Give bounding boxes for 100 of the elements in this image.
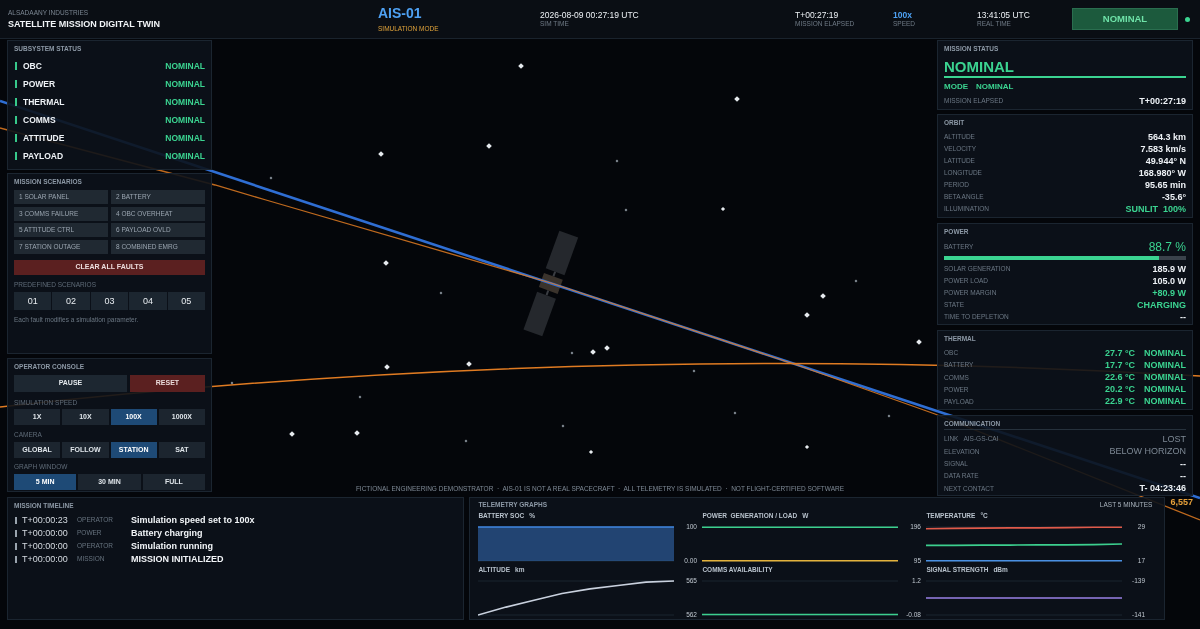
battery-percentage: 88.7 % bbox=[1148, 239, 1186, 255]
readout-value: 2026-08-09 00:27:19 UTC bbox=[540, 10, 639, 20]
star-icon bbox=[230, 381, 234, 385]
scenario-button[interactable]: 02 bbox=[52, 292, 90, 310]
event-message: MISSION INITIALIZED bbox=[131, 553, 224, 565]
star-icon bbox=[383, 260, 389, 266]
star-icon bbox=[734, 96, 740, 102]
field-value: LOST bbox=[1162, 433, 1186, 445]
event-marker-icon bbox=[15, 542, 17, 550]
star-icon bbox=[439, 291, 443, 295]
thermal-status: NOMINAL bbox=[1144, 384, 1186, 396]
readout-value: 13:41:05 UTC bbox=[977, 10, 1030, 20]
star-icon bbox=[692, 369, 696, 373]
field-value: -- bbox=[1180, 311, 1186, 323]
field-value: 7.583 km/s bbox=[1140, 143, 1186, 155]
elapsed-value: T+00:27:19 bbox=[1139, 95, 1186, 107]
event-marker-icon bbox=[15, 516, 17, 524]
subsystem-status: NOMINAL bbox=[165, 150, 205, 162]
subsystem-status: NOMINAL bbox=[165, 78, 205, 90]
mode-value: NOMINAL bbox=[976, 82, 1014, 92]
subsystem-status: NOMINAL bbox=[165, 60, 205, 72]
field-value: -35.6° bbox=[1161, 191, 1186, 203]
star-icon bbox=[916, 339, 922, 345]
star-icon bbox=[378, 151, 384, 157]
star-icon bbox=[384, 364, 390, 370]
star-icon bbox=[820, 293, 826, 299]
field-value: T- 04:23:46 bbox=[1139, 483, 1186, 495]
subsystem-name: POWER bbox=[23, 78, 56, 90]
star-icon bbox=[590, 349, 596, 355]
event-message: Battery charging bbox=[131, 527, 203, 539]
scenario-button[interactable]: 05 bbox=[167, 292, 206, 310]
field-value: 95.65 min bbox=[1144, 179, 1186, 191]
thermal-status: NOMINAL bbox=[1144, 372, 1186, 383]
star-icon bbox=[518, 63, 524, 69]
scenario-button[interactable]: 04 bbox=[129, 292, 167, 310]
star-icon bbox=[561, 424, 565, 428]
field-value: 564.3 km bbox=[1147, 131, 1186, 143]
field-value: 168.980° W bbox=[1138, 167, 1186, 179]
field-value: SUNLIT 100% bbox=[1125, 203, 1186, 215]
star-icon bbox=[615, 159, 619, 163]
status-indicator: NOMINAL bbox=[1072, 8, 1178, 30]
star-icon bbox=[854, 279, 858, 283]
field-value: 105.0 W bbox=[1152, 275, 1186, 287]
star-icon bbox=[464, 439, 468, 443]
mode-label: MODE bbox=[944, 82, 968, 92]
star-icon bbox=[289, 431, 295, 437]
readout-value: 100x bbox=[893, 10, 912, 20]
temperature-value: 27.7 °C bbox=[1104, 347, 1135, 359]
status-dot-icon bbox=[1185, 16, 1190, 22]
star-icon bbox=[570, 351, 574, 355]
subsystem-name: THERMAL bbox=[23, 96, 65, 108]
star-icon bbox=[804, 312, 810, 318]
star-icon bbox=[720, 206, 726, 212]
thermal-status: NOMINAL bbox=[1144, 359, 1186, 371]
field-value: CHARGING bbox=[1137, 299, 1186, 311]
subsystem-name: PAYLOAD bbox=[23, 150, 64, 162]
star-icon bbox=[624, 208, 628, 212]
star-icon bbox=[269, 176, 273, 180]
subsystem-name: OBC bbox=[23, 60, 42, 72]
star-icon bbox=[466, 361, 472, 367]
subsystem-status: NOMINAL bbox=[165, 114, 205, 126]
field-value: +80.9 W bbox=[1152, 287, 1186, 299]
field-value: -- bbox=[1180, 470, 1186, 482]
temperature-value: 22.6 °C bbox=[1104, 372, 1135, 383]
star-icon bbox=[354, 430, 360, 436]
field-value: 49.944° N bbox=[1145, 155, 1186, 167]
star-icon bbox=[486, 143, 492, 149]
subsystem-name: COMMS bbox=[23, 114, 56, 126]
star-icon bbox=[358, 395, 362, 399]
scenario-button[interactable]: 03 bbox=[90, 292, 129, 310]
event-time: T+00:00:23 bbox=[22, 514, 69, 526]
temperature-value: 22.9 °C bbox=[1104, 396, 1135, 408]
star-icon bbox=[887, 414, 891, 418]
subsystem-status: NOMINAL bbox=[165, 132, 205, 144]
event-time: T+00:00:00 bbox=[22, 527, 69, 539]
event-message: Simulation speed set to 100x bbox=[131, 514, 255, 526]
field-value: BELOW HORIZON bbox=[1109, 446, 1186, 457]
scenario-button[interactable]: 01 bbox=[14, 292, 52, 310]
event-marker-icon bbox=[15, 555, 17, 563]
star-icon bbox=[733, 411, 737, 415]
field-value: -- bbox=[1180, 458, 1186, 470]
thermal-status: NOMINAL bbox=[1144, 347, 1186, 359]
temperature-value: 17.7 °C bbox=[1104, 359, 1135, 371]
star-icon bbox=[604, 345, 610, 351]
scene-value-label: 6,557 bbox=[1170, 497, 1193, 507]
field-value: 185.9 W bbox=[1152, 263, 1186, 275]
mission-status-value: NOMINAL bbox=[944, 58, 1015, 76]
star-icon bbox=[804, 444, 810, 450]
app-title: SATELLITE MISSION DIGITAL TWIN bbox=[8, 18, 160, 30]
star-icon bbox=[588, 449, 594, 455]
event-message: Simulation running bbox=[131, 540, 213, 552]
temperature-value: 20.2 °C bbox=[1104, 384, 1135, 396]
mission-id: AIS-01 bbox=[378, 5, 422, 21]
event-time: T+00:00:00 bbox=[22, 553, 69, 565]
thermal-status: NOMINAL bbox=[1144, 396, 1186, 408]
readout-value: T+00:27:19 bbox=[795, 10, 839, 20]
event-time: T+00:00:00 bbox=[22, 540, 69, 552]
event-marker-icon bbox=[15, 529, 17, 537]
subsystem-status: NOMINAL bbox=[165, 96, 205, 108]
subsystem-name: ATTITUDE bbox=[23, 132, 65, 144]
